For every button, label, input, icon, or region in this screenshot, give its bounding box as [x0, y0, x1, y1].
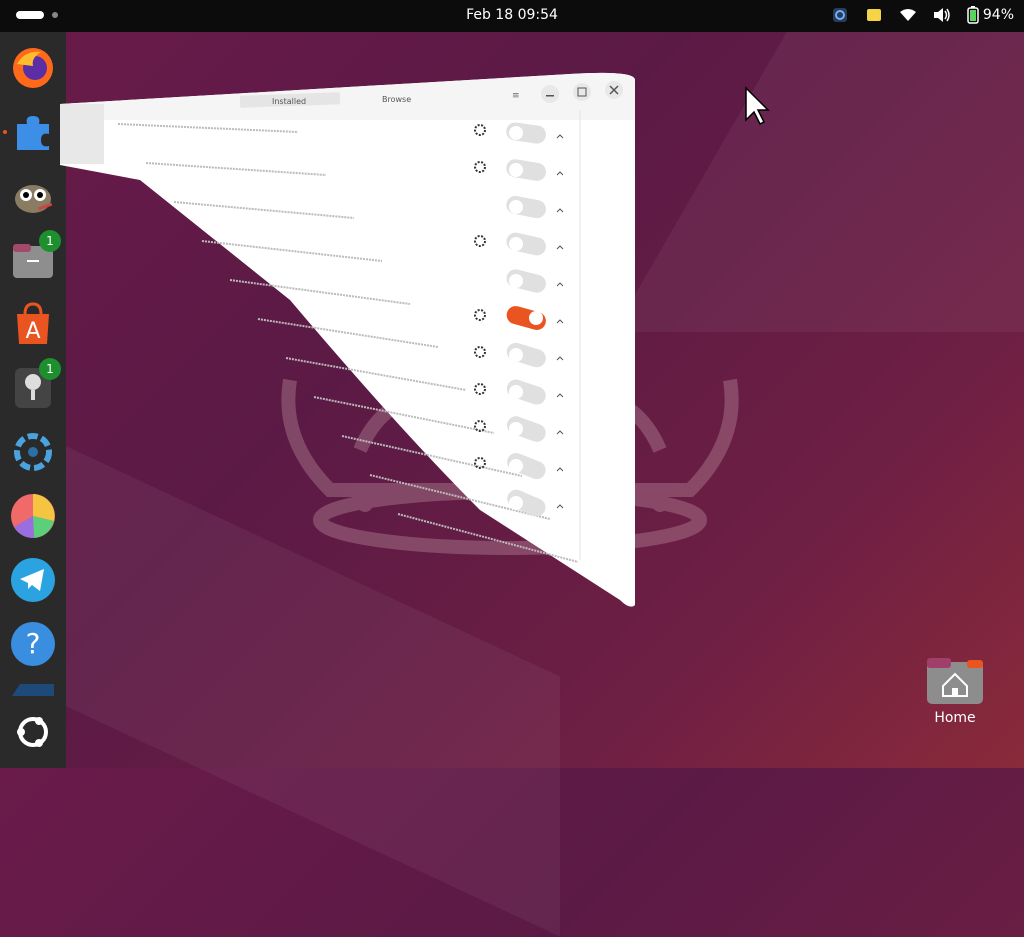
svg-text:?: ? [26, 627, 41, 660]
aperture-icon [14, 433, 52, 471]
telegram-icon [11, 558, 55, 602]
gimp-icon [15, 185, 53, 213]
dock-item-shotwell[interactable] [9, 428, 57, 476]
toggle-knob [509, 459, 523, 473]
home-folder-icon [927, 656, 983, 704]
battery-percentage: 94% [982, 7, 1014, 23]
toggle-knob [509, 274, 523, 288]
ubuntu-logo-icon [17, 717, 48, 747]
toggle-knob [509, 496, 523, 510]
toggle-knob [509, 200, 523, 214]
top-panel: Feb 18 09:54 94% [0, 0, 1024, 32]
maximize-button[interactable] [573, 83, 591, 101]
svg-text:≡: ≡ [512, 91, 520, 101]
sticky-notes-icon[interactable] [865, 6, 883, 24]
svg-text:A: A [25, 319, 40, 344]
wallpaper-stripe [613, 32, 1024, 332]
dock-item-help[interactable]: ? [9, 620, 57, 668]
close-button[interactable] [605, 81, 623, 99]
battery-indicator[interactable]: 94% [967, 6, 1014, 24]
dock-item-sound-recorder[interactable]: 1 [9, 358, 61, 412]
dock-item-firefox[interactable] [9, 44, 57, 92]
toggle-knob [509, 385, 523, 399]
system-tray[interactable]: 94% [831, 6, 1014, 24]
dock-item-gimp[interactable] [9, 172, 57, 220]
puzzle-icon [17, 116, 49, 150]
toggle-knob [509, 126, 523, 140]
notification-badge: 1 [39, 230, 61, 252]
terminal-icon [12, 684, 54, 696]
toggle-knob [509, 422, 523, 436]
help-icon: ? [11, 622, 55, 666]
toggle-knob [509, 237, 523, 251]
toggle-knob [509, 348, 523, 362]
dock-item-app-center[interactable]: A [9, 300, 57, 348]
running-indicator [3, 130, 7, 134]
toggle-knob [529, 311, 543, 325]
tab-browse-label: Browse [382, 95, 411, 104]
extension-manager-window[interactable]: Installed Browse ≡ [60, 70, 640, 610]
minimize-button[interactable] [541, 85, 559, 103]
dock-item-extension-manager[interactable] [3, 108, 57, 156]
firefox-icon [13, 48, 53, 88]
mouse-cursor [745, 86, 770, 126]
app-center-icon: A [17, 302, 49, 344]
dock: 1 A 1 ? [0, 32, 66, 768]
battery-icon [967, 6, 979, 24]
notification-badge: 1 [39, 358, 61, 380]
dock-item-telegram[interactable] [9, 556, 57, 604]
dock-item-terminal[interactable] [9, 684, 57, 696]
show-apps-button[interactable] [9, 708, 57, 756]
pie-chart-icon [11, 494, 55, 539]
tab-installed-label: Installed [272, 97, 306, 106]
home-folder-label: Home [934, 710, 976, 726]
dock-item-files[interactable]: 1 [9, 230, 61, 284]
volume-icon[interactable] [933, 6, 951, 24]
tab-browse[interactable]: Browse [382, 95, 411, 104]
toggle-knob [509, 163, 523, 177]
desktop-home-folder[interactable]: Home [920, 656, 990, 726]
dock-item-disk-usage[interactable] [9, 492, 57, 540]
screen-share-icon[interactable] [831, 6, 849, 24]
wifi-icon[interactable] [899, 6, 917, 24]
menu-button[interactable]: ≡ [512, 91, 520, 101]
